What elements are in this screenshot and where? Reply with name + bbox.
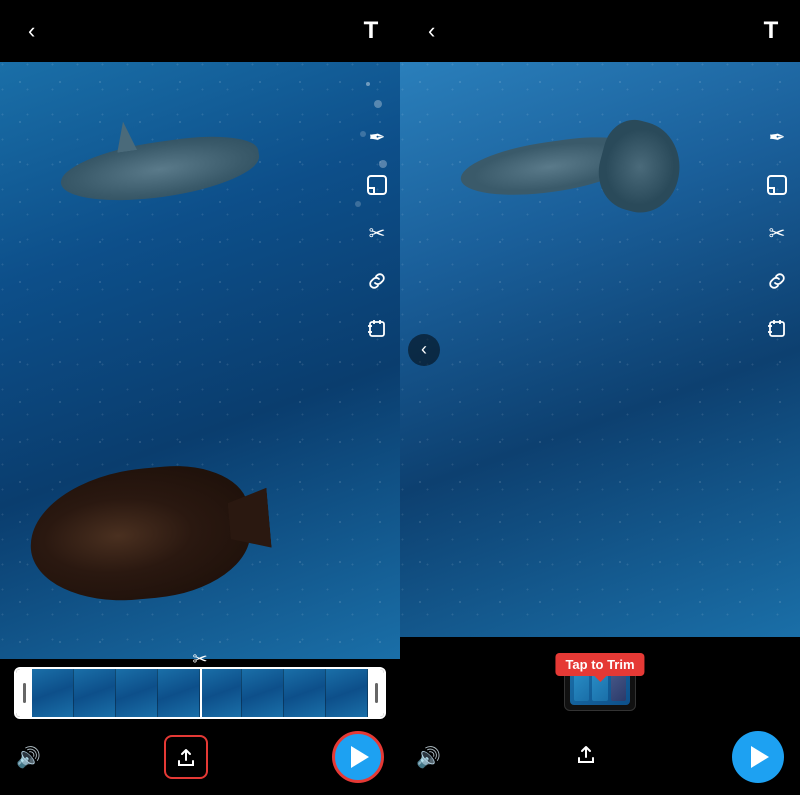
frame-5 [200,669,242,717]
left-back-button[interactable]: ‹ [14,10,49,52]
right-bottom-controls: Tap to Trim 🔊 [400,637,800,795]
link-tool-icon[interactable] [362,266,392,296]
mid-back-button[interactable]: ‹ [408,334,440,366]
left-side-toolbar: ✒ ✂ [362,122,392,344]
right-scissors-tool-icon[interactable]: ✂ [762,218,792,248]
timeline-handle-left[interactable] [16,669,32,717]
right-pen-tool-icon[interactable]: ✒ [762,122,792,152]
right-top-bar: ‹ T [400,0,800,62]
timeline-scissors-icon: ✂ [192,649,207,670]
right-panel: ‹ T ✒ ✂ [400,0,800,795]
tap-to-trim-tooltip[interactable]: Tap to Trim [555,653,644,676]
timeline-playhead [200,669,202,717]
pen-tool-icon[interactable]: ✒ [362,122,392,152]
right-text-tool-icon[interactable]: T [756,16,786,46]
right-back-button[interactable]: ‹ [414,10,449,52]
right-side-toolbar: ✒ ✂ [762,122,792,344]
right-video-bg [400,62,800,637]
right-sticker-tool-icon[interactable] [762,170,792,200]
right-play-button[interactable] [732,731,784,783]
frame-4 [158,669,200,717]
frame-3 [116,669,158,717]
share-button[interactable] [164,735,208,779]
frame-8 [326,669,368,717]
right-link-tool-icon[interactable] [762,266,792,296]
left-video-area: ✒ ✂ [0,62,400,659]
right-volume-icon[interactable]: 🔊 [416,745,441,770]
timeline-handle-right[interactable] [368,669,384,717]
volume-icon[interactable]: 🔊 [16,745,41,770]
frame-6 [242,669,284,717]
left-bottom-controls: ✂ 🔊 [0,659,400,795]
timeline-bar[interactable] [14,667,386,719]
right-action-bar: 🔊 [410,727,790,787]
play-icon [351,746,369,768]
bubbles [366,82,370,86]
sticker-tool-icon[interactable] [362,170,392,200]
right-toolbar: T [756,16,786,46]
left-panel: ‹ T ✒ ✂ [0,0,400,795]
right-crop-tool-icon[interactable] [762,314,792,344]
crop-tool-icon[interactable] [362,314,392,344]
frame-7 [284,669,326,717]
frame-2 [74,669,116,717]
mid-back-icon: ‹ [421,339,427,360]
left-toolbar: T [356,16,386,46]
timeline-container: ✂ [10,667,390,719]
left-top-bar: ‹ T [0,0,400,62]
right-share-button[interactable] [577,744,595,770]
play-button[interactable] [332,731,384,783]
right-video-area: ✒ ✂ [400,62,800,637]
text-tool-icon[interactable]: T [356,16,386,46]
left-action-bar: 🔊 [10,727,390,787]
frame-1 [32,669,74,717]
right-play-icon [751,746,769,768]
left-video-bg [0,62,400,659]
scissors-tool-icon[interactable]: ✂ [362,218,392,248]
